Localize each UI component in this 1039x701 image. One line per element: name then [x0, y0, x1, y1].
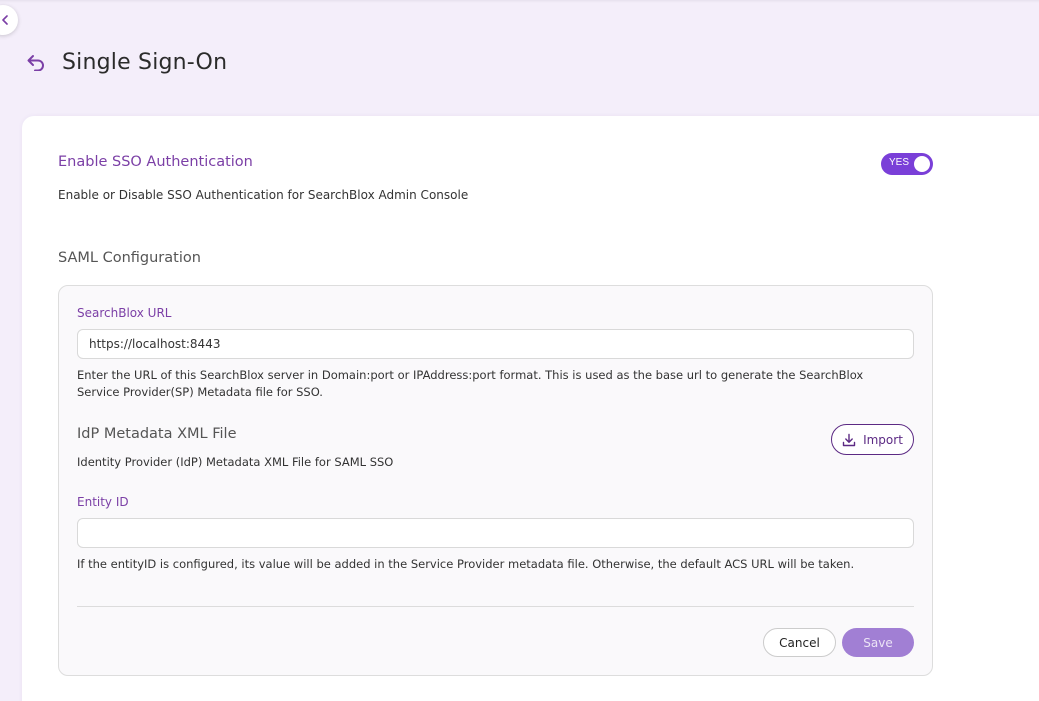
download-icon [842, 433, 856, 446]
top-edge-shadow [0, 0, 1039, 3]
import-button[interactable]: Import [831, 424, 914, 455]
toggle-knob [914, 156, 930, 172]
sidebar-collapse-button[interactable] [0, 5, 18, 35]
entity-id-input[interactable] [77, 518, 914, 548]
entity-id-help: If the entityID is configured, its value… [77, 557, 855, 571]
cancel-button[interactable]: Cancel [763, 628, 836, 657]
idp-metadata-description: Identity Provider (IdP) Metadata XML Fil… [77, 455, 394, 469]
searchblox-url-label: SearchBlox URL [77, 306, 172, 320]
settings-card: Enable SSO Authentication Enable or Disa… [22, 116, 1039, 701]
sso-enable-toggle[interactable]: YES [881, 153, 933, 175]
import-button-label: Import [863, 432, 903, 447]
chevron-left-icon [2, 15, 8, 25]
form-divider [77, 606, 914, 607]
entity-id-label: Entity ID [77, 495, 129, 509]
sso-section-title: Enable SSO Authentication [58, 154, 253, 170]
saml-section-heading: SAML Configuration [58, 250, 201, 266]
back-arrow-icon[interactable] [26, 52, 46, 72]
searchblox-url-help: Enter the URL of this SearchBlox server … [77, 368, 864, 399]
page-title: Single Sign-On [62, 49, 228, 75]
page-header: Single Sign-On [26, 46, 227, 78]
toggle-label: YES [889, 157, 910, 168]
sso-section-description: Enable or Disable SSO Authentication for… [58, 188, 469, 202]
save-button[interactable]: Save [842, 628, 914, 657]
saml-configuration-panel: SearchBlox URL Enter the URL of this Sea… [58, 285, 933, 676]
searchblox-url-input[interactable] [77, 329, 914, 359]
idp-metadata-title: IdP Metadata XML File [77, 426, 237, 442]
